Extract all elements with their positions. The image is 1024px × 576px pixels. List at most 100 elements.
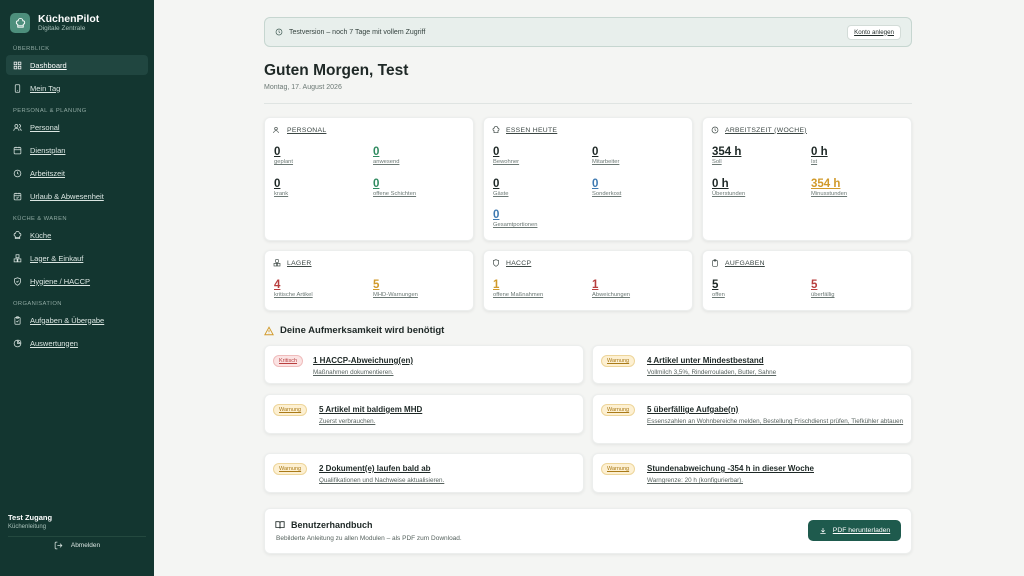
sidebar-item-label: Urlaub & Abwesenheit: [30, 191, 104, 201]
attention-heading: Deine Aufmerksamkeit wird benötigt: [264, 325, 444, 336]
phone-icon: [14, 83, 21, 93]
sidebar-item-dashboard[interactable]: Dashboard: [6, 55, 148, 75]
app-subtitle: Digitale Zentrale: [38, 25, 86, 32]
status-badge: Warnung: [273, 463, 308, 475]
clipboard-icon: [712, 259, 718, 267]
alert-dokumente[interactable]: Warnung 2 Dokument(e) laufen bald ab Qua…: [264, 453, 584, 493]
section-label-organisation: ORGANISATION: [13, 301, 62, 307]
sidebar-item-urlaub[interactable]: Urlaub & Abwesenheit: [6, 186, 148, 206]
trial-banner: Testversion – noch 7 Tage mit vollem Zug…: [264, 17, 912, 47]
shield-icon: [493, 259, 499, 267]
clock-icon: [275, 28, 283, 36]
stat-abweichungen: 1 Abweichungen: [592, 279, 631, 298]
stat-mitarbeiter: 0 Mitarbeiter: [592, 146, 620, 165]
status-badge: Warnung: [601, 463, 636, 475]
create-account-button[interactable]: Konto anlegen: [847, 24, 901, 40]
stat-offen: 5 offen: [712, 279, 725, 298]
divider: [264, 103, 912, 104]
stat-krank: 0 krank: [274, 178, 289, 197]
alert-ueberfaellige-aufgaben[interactable]: Warnung 5 überfällige Aufgabe(n) Essensz…: [592, 394, 912, 444]
stat-offene-massnahmen: 1 offene Maßnahmen: [493, 279, 544, 298]
stat-ueberstunden: 0 h Überstunden: [712, 178, 746, 197]
stat-sonderkost: 0 Sonderkost: [592, 178, 622, 197]
clock-icon: [711, 126, 719, 134]
clock-icon: [13, 169, 22, 177]
book-icon: [275, 521, 285, 529]
card-haccp[interactable]: HACCP 1 offene Maßnahmen 1 Abweichungen: [483, 250, 693, 311]
users-icon: [273, 126, 279, 134]
stat-offene-schichten: 0 offene Schichten: [373, 178, 417, 197]
stat-minusstunden: 354 h Minusstunden: [811, 178, 848, 197]
user-role: Küchenleitung: [8, 524, 47, 530]
stat-mhd-warnungen: 5 MHD-Warnungen: [373, 279, 418, 298]
stat-ueberfaellig: 5 überfällig: [811, 279, 835, 298]
card-title: PERSONAL: [273, 126, 326, 134]
page-title: Guten Morgen, Test: [264, 62, 409, 79]
brand[interactable]: KüchenPilot Digitale Zentrale: [0, 0, 154, 36]
alert-desc: Zuerst verbrauchen.: [319, 418, 376, 425]
chef-hat-icon: [13, 230, 22, 239]
calendar-icon: [13, 146, 22, 154]
sidebar-item-label: Mein Tag: [30, 83, 61, 93]
sidebar-item-auswertungen[interactable]: Auswertungen: [6, 333, 148, 353]
sidebar-item-label: Lager & Einkauf: [30, 253, 84, 263]
sidebar: KüchenPilot Digitale Zentrale ÜBERBLICK …: [0, 0, 154, 576]
sidebar-item-label: Hygiene / HACCP: [30, 276, 91, 286]
download-icon: [820, 527, 826, 534]
handbook-desc: Bebilderte Anleitung zu allen Modulen – …: [276, 535, 462, 542]
card-title: AUFGABEN: [711, 259, 765, 267]
alert-desc: Maßnahmen dokumentieren.: [313, 369, 394, 376]
sidebar-item-arbeitszeit[interactable]: Arbeitszeit: [6, 163, 148, 183]
stat-kritische-artikel: 4 kritische Artikel: [274, 279, 313, 298]
clipboard-icon: [14, 315, 21, 325]
card-title: LAGER: [273, 259, 312, 267]
stat-gesamtportionen: 0 Gesamtportionen: [493, 209, 538, 228]
alert-title: Stundenabweichung -354 h in dieser Woche: [647, 464, 814, 473]
sidebar-item-dienstplan[interactable]: Dienstplan: [6, 140, 148, 160]
users-icon: [13, 123, 22, 131]
card-aufgaben[interactable]: AUFGABEN 5 offen 5 überfällig: [702, 250, 912, 311]
chart-icon: [13, 339, 22, 347]
alert-title: 5 Artikel mit baldigem MHD: [319, 405, 423, 414]
logout-button[interactable]: Abmelden: [8, 536, 146, 554]
sidebar-item-personal[interactable]: Personal: [6, 117, 148, 137]
sidebar-item-mein-tag[interactable]: Mein Tag: [6, 78, 148, 98]
main-content: Testversion – noch 7 Tage mit vollem Zug…: [264, 0, 914, 576]
status-badge: Warnung: [601, 355, 636, 367]
alert-mhd[interactable]: Warnung 5 Artikel mit baldigem MHD Zuers…: [264, 394, 584, 434]
alert-desc: Warngrenze: 20 h (konfigurierbar).: [647, 477, 744, 484]
alert-desc: Vollmilch 3,5%, Rinderrouladen, Butter, …: [647, 369, 777, 376]
status-badge: Warnung: [601, 404, 636, 416]
stat-soll: 354 h Soll: [712, 146, 742, 165]
stat-gaeste: 0 Gäste: [493, 178, 509, 197]
card-essen-heute[interactable]: ESSEN HEUTE 0 Bewohner 0 Mitarbeiter 0 G…: [483, 117, 693, 241]
stat-ist: 0 h Ist: [811, 146, 828, 165]
sidebar-item-aufgaben[interactable]: Aufgaben & Übergabe: [6, 310, 148, 330]
calendar-check-icon: [13, 192, 22, 200]
sidebar-item-label: Küche: [30, 230, 52, 240]
dashboard-icon: [13, 61, 22, 69]
alert-desc: Qualifikationen und Nachweise aktualisie…: [319, 477, 445, 484]
card-arbeitszeit[interactable]: ARBEITSZEIT (WOCHE) 354 h Soll 0 h Ist 0…: [702, 117, 912, 241]
sidebar-item-kueche[interactable]: Küche: [6, 225, 148, 245]
card-personal[interactable]: PERSONAL 0 geplant 0 anwesend 0 krank 0 …: [264, 117, 474, 241]
sidebar-item-lager[interactable]: Lager & Einkauf: [6, 248, 148, 268]
shield-icon: [14, 276, 21, 286]
handbook-title: Benutzerhandbuch: [275, 520, 373, 530]
alert-title: 2 Dokument(e) laufen bald ab: [319, 464, 431, 473]
status-badge: Warnung: [273, 404, 308, 416]
card-title: HACCP: [492, 259, 531, 267]
current-date: Montag, 17. August 2026: [264, 84, 342, 91]
alert-haccp[interactable]: Kritisch 1 HACCP-Abweichung(en) Maßnahme…: [264, 345, 584, 384]
download-pdf-button[interactable]: PDF herunterladen: [808, 520, 901, 541]
card-lager[interactable]: LAGER 4 kritische Artikel 5 MHD-Warnunge…: [264, 250, 474, 311]
stat-anwesend: 0 anwesend: [373, 146, 400, 165]
sidebar-item-label: Auswertungen: [30, 338, 78, 348]
alert-title: 5 überfällige Aufgabe(n): [647, 405, 739, 414]
logout-label: Abmelden: [70, 542, 101, 549]
sidebar-item-hygiene[interactable]: Hygiene / HACCP: [6, 271, 148, 291]
alert-mindestbestand[interactable]: Warnung 4 Artikel unter Mindestbestand V…: [592, 345, 912, 384]
alert-stundenabweichung[interactable]: Warnung Stundenabweichung -354 h in dies…: [592, 453, 912, 493]
trial-text: Testversion – noch 7 Tage mit vollem Zug…: [289, 28, 426, 36]
alert-desc: Essenszahlen an Wohnbereiche melden, Bes…: [647, 418, 904, 425]
